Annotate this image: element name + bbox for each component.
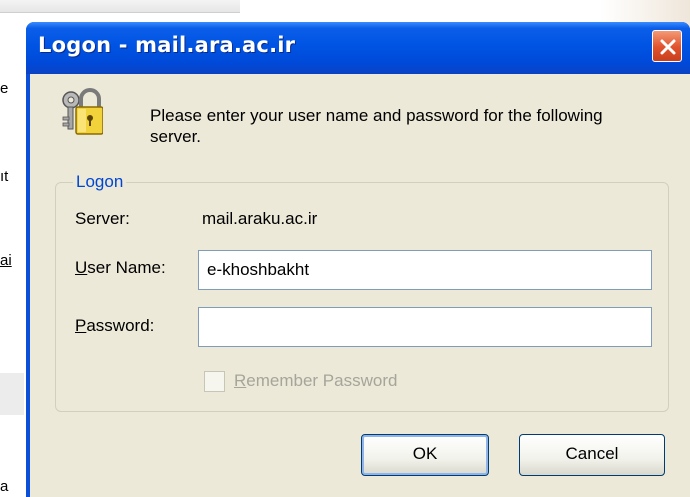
remember-password-checkbox[interactable] bbox=[204, 371, 225, 392]
logon-group-label: Logon bbox=[73, 172, 127, 192]
window-title: Logon - mail.ara.ac.ir bbox=[38, 33, 296, 57]
close-icon bbox=[660, 39, 676, 55]
logon-dialog: Logon - mail.ara.ac.ir Please enter your… bbox=[26, 22, 690, 497]
background-text-fragment: ıt bbox=[0, 168, 9, 185]
password-label: Password: bbox=[75, 316, 155, 335]
cancel-button[interactable]: Cancel bbox=[519, 434, 665, 476]
server-label: Server: bbox=[75, 209, 130, 228]
remember-password-label: Remember Password bbox=[234, 371, 398, 390]
background-panel bbox=[0, 373, 24, 415]
close-button[interactable] bbox=[652, 30, 682, 62]
username-label: User Name: bbox=[75, 258, 166, 277]
dialog-body: Please enter your user name and password… bbox=[30, 74, 690, 497]
background-text-fragment: a bbox=[0, 478, 9, 495]
background-text-fragment: e bbox=[0, 80, 9, 97]
ok-button[interactable]: OK bbox=[361, 434, 489, 476]
background-toolbar bbox=[0, 0, 240, 13]
keys-lock-icon bbox=[61, 84, 104, 136]
title-bar[interactable]: Logon - mail.ara.ac.ir bbox=[26, 22, 690, 74]
prompt-text: Please enter your user name and password… bbox=[150, 106, 603, 146]
password-field[interactable] bbox=[198, 307, 652, 347]
server-value: mail.araku.ac.ir bbox=[202, 209, 318, 228]
username-field[interactable] bbox=[198, 250, 652, 290]
background-link-fragment[interactable]: ai bbox=[0, 252, 12, 269]
